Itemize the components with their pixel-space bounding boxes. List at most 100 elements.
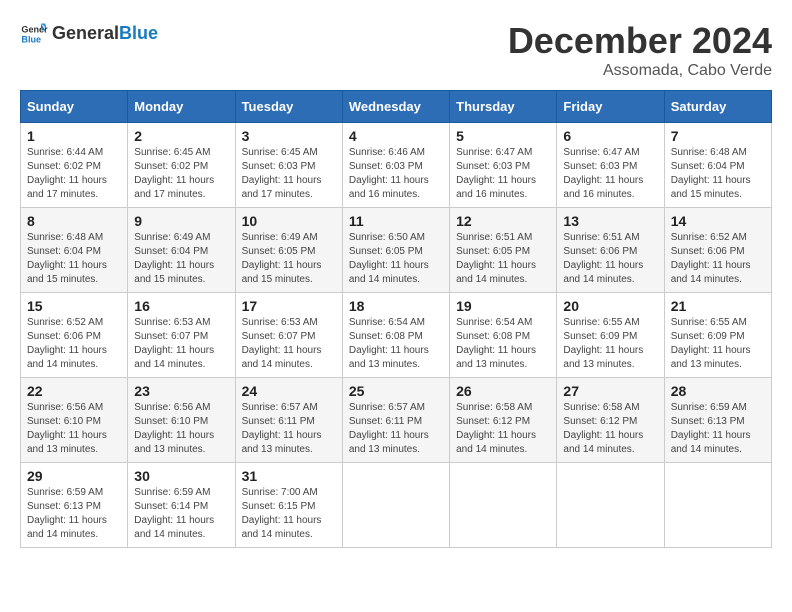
day-number: 4 [349, 128, 443, 144]
day-info: Sunrise: 6:47 AM Sunset: 6:03 PM Dayligh… [456, 146, 550, 202]
calendar-week-4: 22 Sunrise: 6:56 AM Sunset: 6:10 PM Dayl… [21, 378, 772, 463]
day-header-wednesday: Wednesday [342, 91, 449, 123]
calendar-week-3: 15 Sunrise: 6:52 AM Sunset: 6:06 PM Dayl… [21, 293, 772, 378]
calendar-cell: 31 Sunrise: 7:00 AM Sunset: 6:15 PM Dayl… [235, 463, 342, 548]
day-number: 15 [27, 298, 121, 314]
title-area: December 2024 Assomada, Cabo Verde [508, 20, 772, 80]
day-header-thursday: Thursday [450, 91, 557, 123]
calendar: SundayMondayTuesdayWednesdayThursdayFrid… [20, 90, 772, 548]
calendar-cell: 10 Sunrise: 6:49 AM Sunset: 6:05 PM Dayl… [235, 208, 342, 293]
day-info: Sunrise: 6:53 AM Sunset: 6:07 PM Dayligh… [134, 316, 228, 372]
day-number: 21 [671, 298, 765, 314]
day-number: 5 [456, 128, 550, 144]
day-info: Sunrise: 6:58 AM Sunset: 6:12 PM Dayligh… [563, 401, 657, 457]
day-number: 25 [349, 383, 443, 399]
calendar-cell [450, 463, 557, 548]
day-number: 11 [349, 213, 443, 229]
day-info: Sunrise: 6:45 AM Sunset: 6:03 PM Dayligh… [242, 146, 336, 202]
day-number: 31 [242, 468, 336, 484]
day-number: 18 [349, 298, 443, 314]
day-info: Sunrise: 6:44 AM Sunset: 6:02 PM Dayligh… [27, 146, 121, 202]
day-info: Sunrise: 6:57 AM Sunset: 6:11 PM Dayligh… [349, 401, 443, 457]
calendar-cell: 8 Sunrise: 6:48 AM Sunset: 6:04 PM Dayli… [21, 208, 128, 293]
calendar-cell: 22 Sunrise: 6:56 AM Sunset: 6:10 PM Dayl… [21, 378, 128, 463]
calendar-cell: 18 Sunrise: 6:54 AM Sunset: 6:08 PM Dayl… [342, 293, 449, 378]
day-info: Sunrise: 6:51 AM Sunset: 6:05 PM Dayligh… [456, 231, 550, 287]
day-info: Sunrise: 6:55 AM Sunset: 6:09 PM Dayligh… [563, 316, 657, 372]
day-info: Sunrise: 6:56 AM Sunset: 6:10 PM Dayligh… [134, 401, 228, 457]
day-number: 19 [456, 298, 550, 314]
day-info: Sunrise: 6:52 AM Sunset: 6:06 PM Dayligh… [27, 316, 121, 372]
calendar-cell: 2 Sunrise: 6:45 AM Sunset: 6:02 PM Dayli… [128, 123, 235, 208]
day-info: Sunrise: 6:49 AM Sunset: 6:04 PM Dayligh… [134, 231, 228, 287]
day-header-friday: Friday [557, 91, 664, 123]
day-number: 14 [671, 213, 765, 229]
day-number: 16 [134, 298, 228, 314]
calendar-cell: 6 Sunrise: 6:47 AM Sunset: 6:03 PM Dayli… [557, 123, 664, 208]
calendar-cell: 12 Sunrise: 6:51 AM Sunset: 6:05 PM Dayl… [450, 208, 557, 293]
day-info: Sunrise: 6:53 AM Sunset: 6:07 PM Dayligh… [242, 316, 336, 372]
svg-text:Blue: Blue [21, 34, 41, 44]
calendar-cell: 14 Sunrise: 6:52 AM Sunset: 6:06 PM Dayl… [664, 208, 771, 293]
calendar-cell: 21 Sunrise: 6:55 AM Sunset: 6:09 PM Dayl… [664, 293, 771, 378]
day-number: 13 [563, 213, 657, 229]
day-header-saturday: Saturday [664, 91, 771, 123]
day-number: 17 [242, 298, 336, 314]
day-info: Sunrise: 6:57 AM Sunset: 6:11 PM Dayligh… [242, 401, 336, 457]
day-number: 27 [563, 383, 657, 399]
logo-icon: General Blue [20, 20, 48, 48]
calendar-header-row: SundayMondayTuesdayWednesdayThursdayFrid… [21, 91, 772, 123]
day-header-monday: Monday [128, 91, 235, 123]
day-number: 12 [456, 213, 550, 229]
day-info: Sunrise: 6:54 AM Sunset: 6:08 PM Dayligh… [349, 316, 443, 372]
logo-general-text: GeneralBlue [52, 24, 158, 44]
day-info: Sunrise: 6:59 AM Sunset: 6:14 PM Dayligh… [134, 486, 228, 542]
day-number: 6 [563, 128, 657, 144]
header: General Blue GeneralBlue December 2024 A… [20, 20, 772, 80]
day-number: 2 [134, 128, 228, 144]
calendar-cell [664, 463, 771, 548]
calendar-week-1: 1 Sunrise: 6:44 AM Sunset: 6:02 PM Dayli… [21, 123, 772, 208]
calendar-cell: 13 Sunrise: 6:51 AM Sunset: 6:06 PM Dayl… [557, 208, 664, 293]
calendar-cell: 16 Sunrise: 6:53 AM Sunset: 6:07 PM Dayl… [128, 293, 235, 378]
calendar-cell: 29 Sunrise: 6:59 AM Sunset: 6:13 PM Dayl… [21, 463, 128, 548]
day-number: 10 [242, 213, 336, 229]
day-info: Sunrise: 6:54 AM Sunset: 6:08 PM Dayligh… [456, 316, 550, 372]
day-number: 24 [242, 383, 336, 399]
day-info: Sunrise: 6:52 AM Sunset: 6:06 PM Dayligh… [671, 231, 765, 287]
calendar-cell: 17 Sunrise: 6:53 AM Sunset: 6:07 PM Dayl… [235, 293, 342, 378]
calendar-cell: 7 Sunrise: 6:48 AM Sunset: 6:04 PM Dayli… [664, 123, 771, 208]
calendar-cell: 25 Sunrise: 6:57 AM Sunset: 6:11 PM Dayl… [342, 378, 449, 463]
day-info: Sunrise: 6:47 AM Sunset: 6:03 PM Dayligh… [563, 146, 657, 202]
calendar-cell: 11 Sunrise: 6:50 AM Sunset: 6:05 PM Dayl… [342, 208, 449, 293]
calendar-cell: 24 Sunrise: 6:57 AM Sunset: 6:11 PM Dayl… [235, 378, 342, 463]
day-info: Sunrise: 6:48 AM Sunset: 6:04 PM Dayligh… [27, 231, 121, 287]
calendar-cell: 15 Sunrise: 6:52 AM Sunset: 6:06 PM Dayl… [21, 293, 128, 378]
day-number: 29 [27, 468, 121, 484]
calendar-cell: 28 Sunrise: 6:59 AM Sunset: 6:13 PM Dayl… [664, 378, 771, 463]
day-number: 7 [671, 128, 765, 144]
day-number: 1 [27, 128, 121, 144]
calendar-cell: 20 Sunrise: 6:55 AM Sunset: 6:09 PM Dayl… [557, 293, 664, 378]
day-number: 3 [242, 128, 336, 144]
calendar-week-2: 8 Sunrise: 6:48 AM Sunset: 6:04 PM Dayli… [21, 208, 772, 293]
calendar-cell: 3 Sunrise: 6:45 AM Sunset: 6:03 PM Dayli… [235, 123, 342, 208]
day-number: 26 [456, 383, 550, 399]
day-info: Sunrise: 6:49 AM Sunset: 6:05 PM Dayligh… [242, 231, 336, 287]
day-info: Sunrise: 6:50 AM Sunset: 6:05 PM Dayligh… [349, 231, 443, 287]
calendar-cell: 4 Sunrise: 6:46 AM Sunset: 6:03 PM Dayli… [342, 123, 449, 208]
calendar-cell: 9 Sunrise: 6:49 AM Sunset: 6:04 PM Dayli… [128, 208, 235, 293]
calendar-cell: 30 Sunrise: 6:59 AM Sunset: 6:14 PM Dayl… [128, 463, 235, 548]
day-header-sunday: Sunday [21, 91, 128, 123]
day-number: 30 [134, 468, 228, 484]
day-info: Sunrise: 6:45 AM Sunset: 6:02 PM Dayligh… [134, 146, 228, 202]
day-number: 28 [671, 383, 765, 399]
day-info: Sunrise: 6:59 AM Sunset: 6:13 PM Dayligh… [671, 401, 765, 457]
calendar-week-5: 29 Sunrise: 6:59 AM Sunset: 6:13 PM Dayl… [21, 463, 772, 548]
calendar-cell: 27 Sunrise: 6:58 AM Sunset: 6:12 PM Dayl… [557, 378, 664, 463]
day-info: Sunrise: 6:46 AM Sunset: 6:03 PM Dayligh… [349, 146, 443, 202]
day-info: Sunrise: 6:55 AM Sunset: 6:09 PM Dayligh… [671, 316, 765, 372]
day-number: 8 [27, 213, 121, 229]
day-header-tuesday: Tuesday [235, 91, 342, 123]
calendar-cell: 1 Sunrise: 6:44 AM Sunset: 6:02 PM Dayli… [21, 123, 128, 208]
